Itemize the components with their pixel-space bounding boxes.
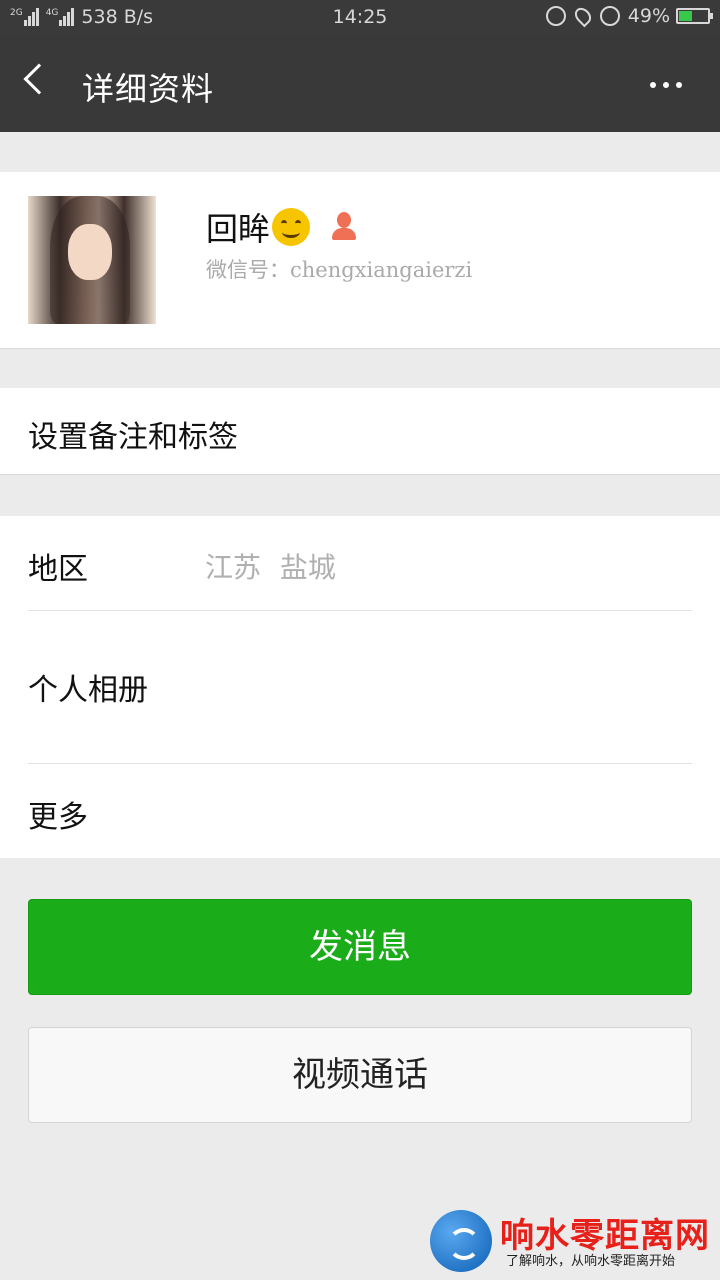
- set-remark-tags-row[interactable]: 设置备注和标签: [0, 388, 720, 475]
- nickname: 回眸: [206, 210, 271, 248]
- watermark-subtitle: 了解响水，从响水零距离开始: [506, 1254, 676, 1269]
- nickname-row: 回眸: [206, 204, 357, 250]
- location-icon: [571, 4, 595, 28]
- profile-card: 回眸 微信号：chengxiangaierzi: [0, 172, 720, 349]
- personal-album-label: 个人相册: [28, 673, 148, 708]
- avatar[interactable]: [28, 196, 156, 324]
- video-call-button[interactable]: 视频通话: [28, 1027, 692, 1123]
- female-gender-icon: [332, 212, 357, 242]
- info-card: 地区 江苏 盐城 个人相册 更多: [0, 516, 720, 858]
- nav-bar: 详细资料: [0, 36, 720, 132]
- region-value: 江苏 盐城: [205, 551, 336, 584]
- more-label: 更多: [28, 800, 88, 835]
- personal-album-row[interactable]: 个人相册: [0, 611, 720, 763]
- set-remark-tags-label: 设置备注和标签: [28, 420, 238, 455]
- status-right: 49%: [545, 4, 713, 28]
- watermark: 响水零距离网 了解响水，从响水零距离开始: [430, 1204, 720, 1280]
- battery-icon: [676, 8, 713, 24]
- wechat-id: 微信号：chengxiangaierzi: [206, 258, 473, 282]
- page-title: 详细资料: [82, 70, 215, 108]
- region-label: 地区: [28, 552, 88, 587]
- watermark-logo-icon: [430, 1210, 492, 1272]
- battery-percent: 49%: [627, 5, 670, 27]
- alarm-icon: [599, 6, 620, 26]
- status-bar: 2G 4G 538 B/s 14:25 49%: [0, 0, 720, 36]
- back-arrow-icon[interactable]: [23, 63, 55, 95]
- rotation-lock-icon: [545, 6, 566, 26]
- send-message-button[interactable]: 发消息: [28, 899, 692, 995]
- smile-emoji-icon: [272, 208, 311, 246]
- region-row: 地区 江苏 盐城: [0, 516, 720, 610]
- more-options-icon[interactable]: [643, 82, 682, 88]
- more-row[interactable]: 更多: [0, 764, 720, 858]
